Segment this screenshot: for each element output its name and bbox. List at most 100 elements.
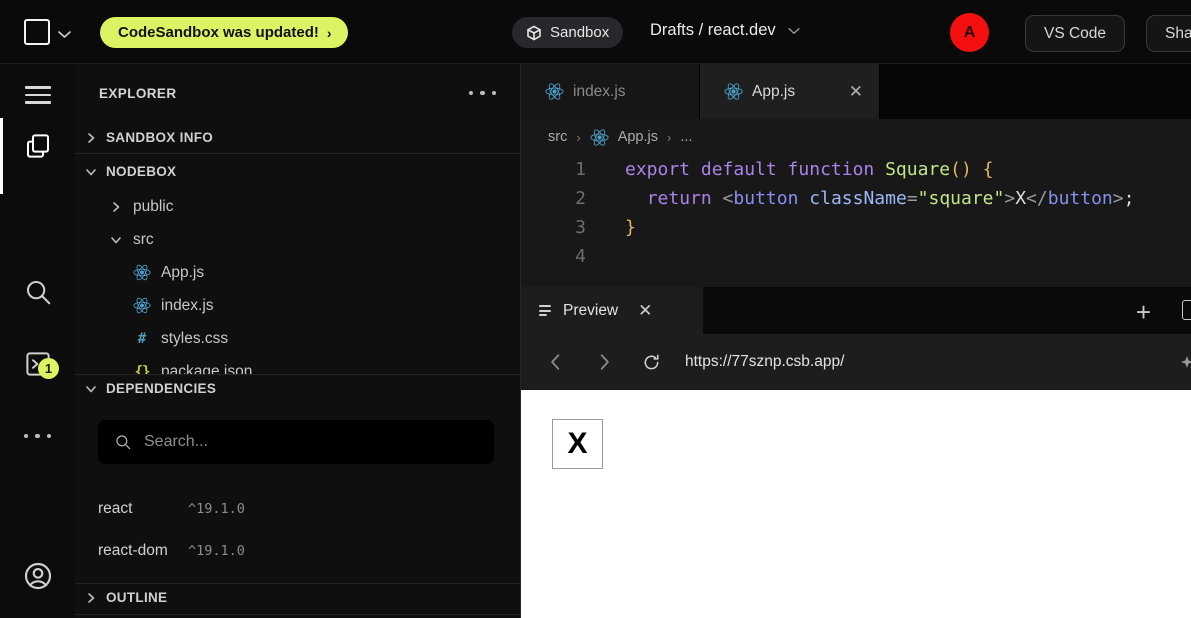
search-icon[interactable] [0, 264, 75, 320]
dependency-search [98, 420, 494, 464]
codesandbox-logo-icon[interactable] [24, 19, 50, 45]
nav-back-icon[interactable] [548, 353, 563, 371]
codesandbox-window: CodeSandbox was updated! › Sandbox Draft… [0, 0, 1191, 618]
chevron-down-icon [110, 234, 122, 246]
section-label: NODEBOX [106, 164, 176, 179]
dependency-search-input[interactable] [144, 433, 444, 451]
terminal-count-badge: 1 [38, 358, 59, 379]
preview-close-icon[interactable]: ✕ [638, 301, 652, 321]
editor-tab-App.js[interactable]: App.js ✕ [700, 64, 880, 119]
tab-close-icon[interactable]: ✕ [849, 83, 863, 100]
section-nodebox[interactable]: NODEBOX [75, 158, 520, 185]
react-file-icon [724, 82, 743, 101]
editor-tab-index.js[interactable]: index.js [521, 64, 700, 119]
code-line: 1export default function Square() { [521, 155, 1191, 184]
search-icon [114, 433, 132, 451]
tree-folder-src[interactable]: src [75, 223, 520, 256]
title-bar: CodeSandbox was updated! › Sandbox Draft… [0, 0, 1191, 64]
dependency-row[interactable]: react ^19.1.0 [98, 488, 498, 530]
react-file-icon [133, 296, 151, 315]
menu-hamburger-icon[interactable] [0, 67, 75, 123]
json-file-icon: {} [133, 364, 151, 375]
chevron-right-icon [110, 201, 122, 213]
explorer-files-icon[interactable] [0, 118, 75, 174]
sparkle-icon[interactable] [1180, 354, 1191, 377]
preview-tab-bar: Preview ✕ + [521, 287, 1191, 334]
tree-file-App.js[interactable]: App.js [75, 256, 520, 289]
activity-bar: 1 [0, 64, 75, 618]
sandbox-badge-label: Sandbox [550, 24, 609, 41]
workspace-chevron-down-icon[interactable] [58, 26, 71, 44]
crumb-segment[interactable]: App.js [618, 129, 658, 145]
tree-folder-public[interactable]: public [75, 190, 520, 223]
vscode-button[interactable]: VS Code [1025, 15, 1125, 52]
file-name: App.js [161, 264, 204, 282]
refresh-icon[interactable] [642, 353, 661, 372]
dependency-list: react ^19.1.0 react-dom ^19.1.0 [98, 488, 498, 572]
explorer-more-button[interactable] [469, 91, 497, 96]
crumb-segment[interactable]: src [548, 129, 567, 145]
project-breadcrumb-label: Drafts / react.dev [650, 21, 776, 40]
package-version: ^19.1.0 [188, 501, 245, 517]
preview-tab[interactable]: Preview ✕ [521, 287, 703, 334]
more-views-icon[interactable] [0, 408, 75, 464]
react-file-icon [545, 82, 564, 101]
code-editor[interactable]: 1export default function Square() {2 ret… [521, 155, 1191, 287]
folder-name: public [133, 198, 174, 216]
nav-forward-icon[interactable] [597, 353, 612, 371]
tree-file-styles.css[interactable]: # styles.css [75, 322, 520, 355]
file-name: package.json [161, 363, 252, 375]
open-pane-icon[interactable] [1182, 300, 1191, 320]
preview-url[interactable]: https://77sznp.csb.app/ [685, 353, 844, 371]
breadcrumb-chevron-down-icon [788, 27, 800, 35]
explorer-panel: EXPLORER SANDBOX INFO NODEBOX publicsrcA… [75, 64, 521, 618]
cube-icon [526, 25, 542, 41]
add-preview-icon[interactable]: + [1136, 297, 1151, 328]
editor-tab-bar: index.js App.js ✕ [521, 64, 1191, 119]
package-name: react [98, 500, 176, 518]
update-banner-button[interactable]: CodeSandbox was updated! › [100, 17, 348, 48]
section-outline[interactable]: OUTLINE [75, 584, 520, 611]
share-button[interactable]: Sha [1146, 15, 1191, 52]
section-label: OUTLINE [106, 590, 167, 605]
chevron-down-icon [85, 166, 97, 178]
terminal-icon[interactable]: 1 [0, 336, 75, 392]
tree-file-index.js[interactable]: index.js [75, 289, 520, 322]
banner-chevron-icon: › [327, 25, 332, 41]
share-button-label: Sha [1165, 25, 1191, 43]
react-file-icon [133, 263, 151, 282]
vscode-button-label: VS Code [1044, 25, 1106, 43]
tab-label: App.js [752, 83, 795, 101]
code-line: 4 [521, 242, 1191, 271]
package-version: ^19.1.0 [188, 543, 245, 559]
dependency-row[interactable]: react-dom ^19.1.0 [98, 530, 498, 572]
file-name: styles.css [161, 330, 228, 348]
code-line: 2 return <button className="square">X</b… [521, 184, 1191, 213]
sandbox-badge[interactable]: Sandbox [512, 17, 623, 48]
avatar-letter: A [964, 24, 976, 42]
code-line: 3} [521, 213, 1191, 242]
folder-name: src [133, 231, 154, 249]
editor-breadcrumb[interactable]: src›App.js›... [521, 119, 1191, 155]
square-button[interactable]: X [552, 419, 603, 469]
file-tree: public src App.js index.js # styles.css {} pack… [75, 190, 520, 374]
avatar[interactable]: A [950, 13, 989, 52]
package-name: react-dom [98, 542, 176, 560]
line-number: 3 [521, 217, 586, 238]
update-banner-label: CodeSandbox was updated! [118, 24, 319, 41]
section-dependencies[interactable]: DEPENDENCIES [75, 375, 520, 402]
chevron-down-icon [85, 383, 97, 395]
tab-label: index.js [573, 83, 626, 101]
section-sandbox-info[interactable]: SANDBOX INFO [75, 124, 520, 151]
chevron-right-icon [85, 132, 97, 144]
preview-viewport: X [521, 390, 1191, 618]
account-icon[interactable] [0, 548, 75, 604]
css-file-icon: # [133, 331, 151, 347]
preview-list-icon [539, 303, 551, 319]
crumb-segment[interactable]: ... [680, 129, 692, 145]
project-breadcrumb[interactable]: Drafts / react.dev [650, 21, 800, 40]
section-label: SANDBOX INFO [106, 130, 213, 145]
tree-file-package.json[interactable]: {} package.json [75, 355, 520, 374]
react-file-icon [590, 128, 609, 147]
file-name: index.js [161, 297, 214, 315]
